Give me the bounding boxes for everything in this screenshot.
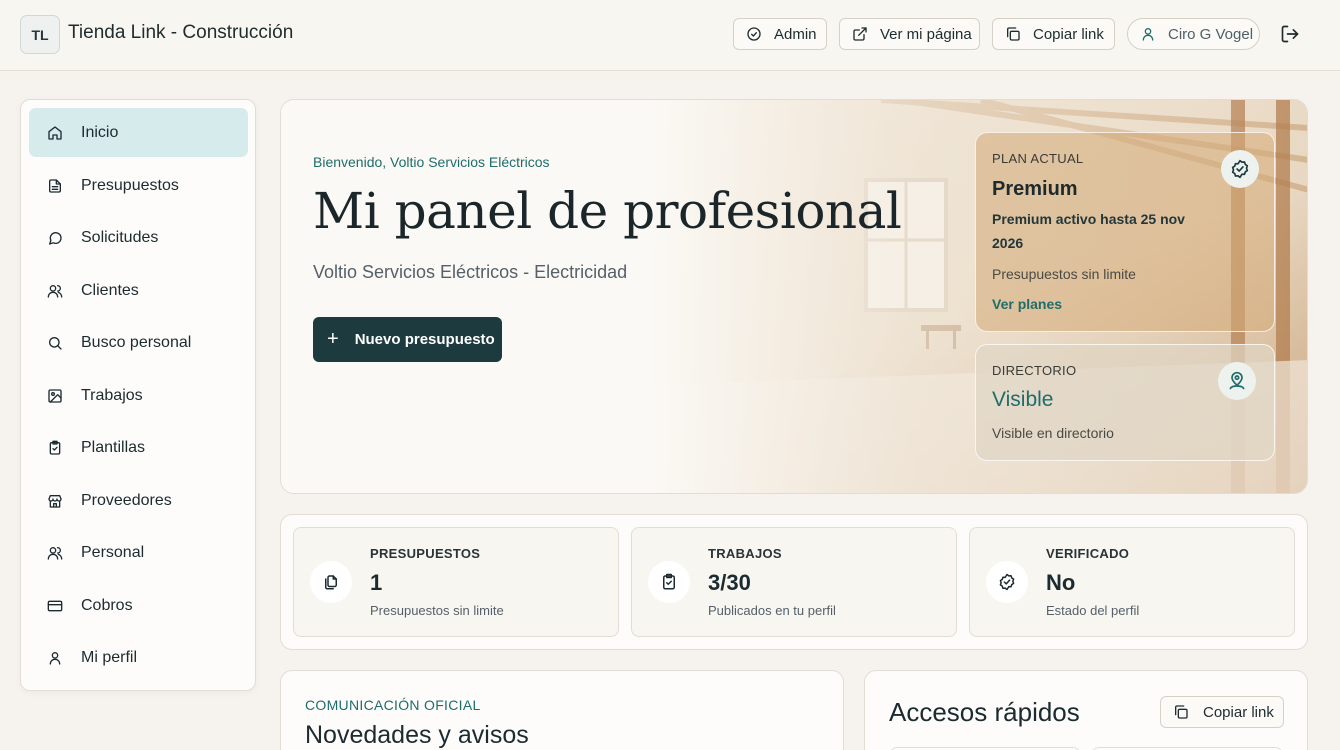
page-title: Mi panel de profesional	[313, 182, 902, 240]
stats-section: PRESUPUESTOS 1 Presupuestos sin limite T…	[280, 514, 1308, 650]
plan-active-line2: 2026	[992, 235, 1024, 251]
page-subtitle: Voltio Servicios Eléctricos - Electricid…	[313, 262, 628, 282]
store-icon	[48, 494, 62, 508]
user-menu-button[interactable]: Ciro G Vogel	[1127, 18, 1260, 50]
stat-label: TRABAJOS	[708, 546, 782, 561]
sidebar-item-label: Plantillas	[81, 438, 146, 456]
sidebar-item-cobros[interactable]: Cobros	[29, 581, 248, 630]
sidebar-item-label: Busco personal	[81, 333, 192, 351]
plan-label: PLAN ACTUAL	[992, 151, 1084, 166]
logout-icon[interactable]	[1280, 24, 1300, 44]
directory-status: Visible	[992, 388, 1054, 411]
copy-icon	[1175, 705, 1188, 719]
app-logo[interactable]: TL	[20, 15, 60, 54]
user-icon	[1142, 28, 1154, 41]
quick-access-panel: Accesos rápidos Copiar link	[864, 670, 1308, 750]
quick-copy-link-button[interactable]: Copiar link	[1160, 696, 1284, 728]
stat-note: Presupuestos sin limite	[370, 603, 504, 618]
quick-access-title: Accesos rápidos	[889, 697, 1080, 727]
file-text-icon	[49, 178, 61, 193]
message-icon	[49, 231, 62, 245]
directory-badge	[1218, 362, 1256, 400]
plan-card: PLAN ACTUAL Premium Premium activo hasta…	[975, 132, 1275, 332]
sidebar-item-label: Proveedores	[81, 491, 172, 509]
stat-card-presupuestos: PRESUPUESTOS 1 Presupuestos sin limite	[293, 527, 619, 637]
sidebar-item-label: Presupuestos	[81, 176, 179, 194]
clipboard-check-icon	[49, 440, 61, 455]
copy-link-label: Copiar link	[1033, 25, 1104, 43]
sidebar-item-busco-personal[interactable]: Busco personal	[29, 318, 248, 367]
hero-panel: Bienvenido, Voltio Servicios Eléctricos …	[280, 99, 1308, 494]
sidebar-item-inicio[interactable]: Inicio	[29, 108, 248, 157]
sidebar-item-trabajos[interactable]: Trabajos	[29, 371, 248, 420]
stat-card-verificado: VERIFICADO No Estado del perfil	[969, 527, 1295, 637]
directory-note: Visible en directorio	[992, 425, 1114, 441]
copy-icon	[1007, 27, 1020, 41]
stat-note: Publicados en tu perfil	[708, 603, 836, 618]
stat-value: 3/30	[708, 570, 751, 595]
plan-active-line1: Premium activo hasta 25 nov	[992, 211, 1185, 227]
users-icon	[47, 546, 63, 560]
copy-link-button[interactable]: Copiar link	[992, 18, 1115, 50]
sidebar-item-label: Clientes	[81, 281, 139, 299]
users-icon	[47, 284, 63, 298]
copy-files-icon	[325, 575, 337, 590]
home-icon	[48, 125, 62, 140]
check-circle-icon	[747, 27, 761, 41]
stat-note: Estado del perfil	[1046, 603, 1140, 618]
stat-label: VERIFICADO	[1046, 546, 1130, 561]
plan-name: Premium	[992, 178, 1078, 200]
view-plans-link[interactable]: Ver planes	[992, 296, 1062, 312]
stat-value: 1	[370, 570, 383, 595]
map-pin-user-icon	[1229, 371, 1245, 390]
directory-card: DIRECTORIO Visible Visible en directorio	[975, 344, 1275, 461]
sidebar-item-presupuestos[interactable]: Presupuestos	[29, 161, 248, 210]
stat-label: PRESUPUESTOS	[370, 546, 481, 561]
badge-check-icon	[999, 573, 1015, 591]
plus-icon: +	[327, 328, 339, 350]
user-icon	[49, 651, 61, 665]
sidebar-item-plantillas[interactable]: Plantillas	[29, 423, 248, 472]
new-quote-button[interactable]: + Nuevo presupuesto	[313, 317, 502, 362]
news-kicker: COMUNICACIÓN OFICIAL	[305, 697, 481, 713]
view-page-label: Ver mi página	[880, 25, 972, 43]
directory-label: DIRECTORIO	[992, 363, 1077, 378]
external-link-icon	[853, 27, 867, 41]
sidebar-item-label: Solicitudes	[81, 228, 159, 246]
user-name: Ciro G Vogel	[1168, 25, 1254, 43]
sidebar-item-label: Mi perfil	[81, 648, 138, 666]
plan-badge	[1221, 150, 1259, 188]
app-title: Tienda Link - Construcción	[68, 22, 294, 43]
stat-icon-wrap	[310, 561, 352, 603]
sidebar-item-personal[interactable]: Personal	[29, 528, 248, 577]
badge-check-icon	[1231, 159, 1249, 179]
new-quote-label: Nuevo presupuesto	[354, 331, 495, 348]
credit-card-icon	[47, 600, 63, 611]
admin-button[interactable]: Admin	[733, 18, 827, 50]
stat-icon-wrap	[648, 561, 690, 603]
admin-button-label: Admin	[774, 25, 817, 43]
sidebar: Inicio Presupuestos Solicitudes Clientes…	[20, 99, 256, 691]
sidebar-item-label: Cobros	[81, 596, 133, 614]
sidebar-item-solicitudes[interactable]: Solicitudes	[29, 213, 248, 262]
sidebar-item-proveedores[interactable]: Proveedores	[29, 476, 248, 525]
sidebar-item-label: Personal	[81, 543, 145, 561]
clipboard-check-icon	[663, 573, 675, 590]
stat-value: No	[1046, 570, 1076, 595]
search-icon	[49, 336, 62, 350]
plan-note: Presupuestos sin limite	[992, 266, 1136, 282]
sidebar-item-label: Trabajos	[81, 386, 143, 404]
view-page-button[interactable]: Ver mi página	[839, 18, 980, 50]
news-title: Novedades y avisos	[305, 721, 529, 749]
news-panel: COMUNICACIÓN OFICIAL Novedades y avisos	[280, 670, 844, 750]
top-bar: TL Tienda Link - Construcción Admin Ver …	[0, 0, 1340, 71]
quick-copy-link-label: Copiar link	[1203, 703, 1274, 721]
sidebar-item-clientes[interactable]: Clientes	[29, 266, 248, 315]
stat-card-trabajos: TRABAJOS 3/30 Publicados en tu perfil	[631, 527, 957, 637]
sidebar-item-label: Inicio	[81, 123, 119, 141]
image-icon	[48, 388, 62, 403]
welcome-text: Bienvenido, Voltio Servicios Eléctricos	[313, 154, 550, 170]
sidebar-item-mi-perfil[interactable]: Mi perfil	[29, 633, 248, 682]
stat-icon-wrap	[986, 561, 1028, 603]
